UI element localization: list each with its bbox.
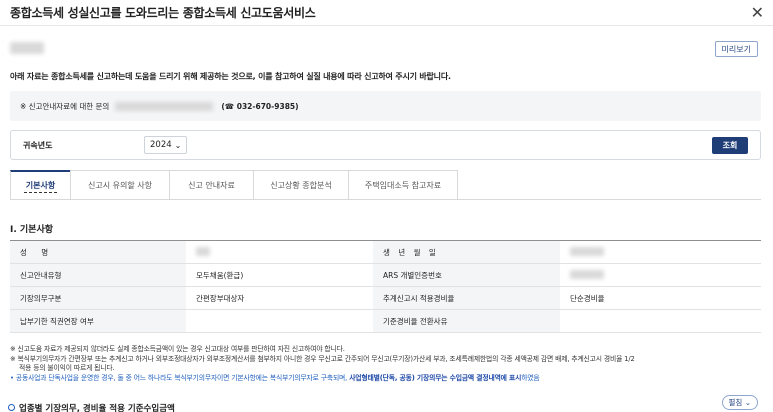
tab-basic-info[interactable]: 기본사항 xyxy=(10,170,71,199)
note-text: • 공동사업과 단독사업을 운영한 경우, 둘 중 어느 하나라도 복식부기의무… xyxy=(10,373,348,382)
tab-filing-analysis[interactable]: 신고상황 종합분석 xyxy=(253,170,349,199)
notes: ※ 신고도움 자료가 제공되지 않더라도 실제 종합소득금액이 있는 경우 신고… xyxy=(10,345,765,383)
expand-button[interactable]: 펼침 ⌄ xyxy=(721,395,758,410)
tab-label: 주택임대소득 참고자료 xyxy=(364,180,442,190)
row-label: 생 년 월 일 xyxy=(373,240,560,264)
dialog-header: 종합소득세 성실신고를 도와드리는 종합소득세 신고도움서비스 ✕ xyxy=(0,0,773,26)
table-row: 납부기한 직권연장 여부 기준경비율 전환사유 xyxy=(10,309,761,333)
subsection-label: 업종별 기장의무, 경비율 적용 기준수입금액 xyxy=(19,404,175,412)
chevron-down-icon: ⌄ xyxy=(174,140,182,150)
row-label: ARS 개별인증번호 xyxy=(373,263,560,287)
note-line: ※ 신고도움 자료가 제공되지 않더라도 실제 종합소득금액이 있는 경우 신고… xyxy=(10,345,345,353)
row-value xyxy=(560,309,761,333)
inquiry-label: ※ 신고안내자료에 대한 문의 xyxy=(20,101,110,111)
tab-filing-guide[interactable]: 신고 안내자료 xyxy=(169,170,254,199)
tab-label: 신고상황 종합분석 xyxy=(270,180,332,190)
masked-office-name xyxy=(115,101,214,111)
row-value: 단순경비율 xyxy=(560,286,761,310)
masked-value xyxy=(196,246,210,256)
note-line: ※ 복식부기의무자가 간편장부 또는 추계신고 하거나 외부조정대상자가 외부조… xyxy=(10,354,635,363)
close-icon[interactable]: ✕ xyxy=(751,3,764,22)
tab-filing-notes[interactable]: 신고시 유의할 사항 xyxy=(70,170,170,199)
tab-bar: 기본사항 신고시 유의할 사항 신고 안내자료 신고상황 종합분석 주택임대소득… xyxy=(10,170,761,200)
masked-value xyxy=(570,246,604,256)
section-title: Ⅰ. 기본사항 xyxy=(10,225,54,235)
masked-taxpayer-name xyxy=(10,42,44,54)
row-value: 간편장부대상자 xyxy=(186,286,373,310)
subsection-title: 업종별 기장의무, 경비율 적용 기준수입금액 xyxy=(8,402,175,412)
tab-label: 신고 안내자료 xyxy=(188,180,235,190)
row-label: 추계신고시 적용경비율 xyxy=(373,286,560,310)
year-filter: 귀속년도 2024 ⌄ 조회 xyxy=(10,130,761,160)
row-label: 납부기한 직권연장 여부 xyxy=(10,309,186,333)
dialog-title: 종합소득세 성실신고를 도와드리는 종합소득세 신고도움서비스 xyxy=(10,6,316,20)
search-button[interactable]: 조회 xyxy=(712,137,748,154)
note-emphasis: 사업형태별(단독, 공동) 기장의무는 수입금액 결정내역에 표시 xyxy=(349,373,522,382)
tab-label: 신고시 유의할 사항 xyxy=(88,180,152,190)
year-filter-label: 귀속년도 xyxy=(23,140,53,150)
table-row: 기장의무구분 간편장부대상자 추계신고시 적용경비율 단순경비율 xyxy=(10,286,761,310)
row-label: 성 명 xyxy=(10,240,186,264)
year-select-value: 2024 xyxy=(150,140,172,150)
year-select[interactable]: 2024 ⌄ xyxy=(144,136,188,154)
circle-bullet-icon xyxy=(8,404,15,411)
row-label: 기준경비율 전환사유 xyxy=(373,309,560,333)
table-row: 성 명 생 년 월 일 xyxy=(10,240,761,264)
table-row: 신고안내유형 모두채움(환급) ARS 개별인증번호 xyxy=(10,263,761,287)
inquiry-box: ※ 신고안내자료에 대한 문의 (☎ 032-670-9385) xyxy=(10,91,761,121)
basic-info-table: 성 명 생 년 월 일 신고안내유형 모두채움(환급) ARS 개별인증번호 기… xyxy=(10,240,761,333)
row-value xyxy=(560,263,761,287)
note-line: 적용 등의 불이익이 따르게 됩니다. xyxy=(19,364,115,372)
tab-label: 기본사항 xyxy=(23,179,58,193)
row-value: 모두채움(환급) xyxy=(186,263,373,287)
inquiry-phone: (☎ 032-670-9385) xyxy=(221,101,299,111)
note-text: 하였음 xyxy=(521,373,540,382)
row-label: 기장의무구분 xyxy=(10,286,186,310)
note-highlight: • 공동사업과 단독사업을 운영한 경우, 둘 중 어느 하나라도 복식부기의무… xyxy=(10,374,765,384)
row-value xyxy=(186,240,373,264)
row-value xyxy=(186,309,373,333)
intro-text: 아래 자료는 종합소득세를 신고하는데 도움을 드리기 위해 제공하는 것으로,… xyxy=(10,72,451,81)
tab-rental-income[interactable]: 주택임대소득 참고자료 xyxy=(348,170,458,199)
row-value xyxy=(560,240,761,264)
preview-button[interactable]: 미리보기 xyxy=(714,41,758,57)
masked-value xyxy=(570,269,604,279)
row-label: 신고안내유형 xyxy=(10,263,186,287)
